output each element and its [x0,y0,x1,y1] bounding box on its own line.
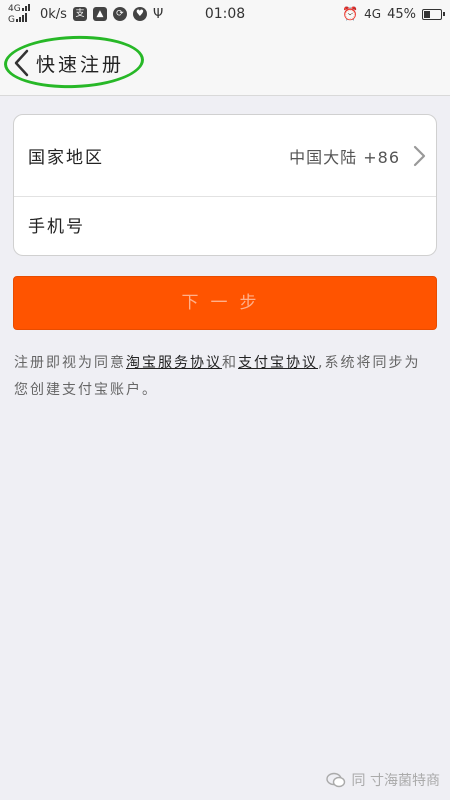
taobao-service-agreement-link[interactable]: 淘宝服务协议 [126,355,222,371]
agreement-middle: 和 [222,355,238,371]
chevron-left-icon [14,49,29,77]
page-title: 快速注册 [36,54,125,76]
header-bar: 快速注册 [0,28,450,96]
alarm-icon: ⏰ [341,6,359,22]
watermark-text: 同 寸海菌特商 [351,773,440,789]
wechat-icon [325,772,345,788]
network-type: 4G [364,7,382,21]
phone-row [14,197,436,257]
country-value: 中国大陆 +86 [289,147,400,167]
phone-input[interactable] [28,197,418,257]
watermark: 同 寸海菌特商 [325,770,440,790]
agreement-prefix: 注册即视为同意 [14,355,126,371]
alipay-agreement-link[interactable]: 支付宝协议 [238,355,318,371]
country-label: 国家地区 [28,148,104,168]
country-selector[interactable]: 国家地区 中国大陆 +86 [14,115,436,197]
agreement-text: 注册即视为同意淘宝服务协议和支付宝协议,系统将同步为您创建支付宝账户。 [14,350,436,404]
status-bar: 4G G 0k/s 支 ▲ ⟳ ♥ Ψ 01:08 ⏰ 4G 45% [0,0,450,28]
back-button[interactable] [10,48,34,78]
registration-form: 国家地区 中国大陆 +86 [13,114,437,257]
battery-icon [422,8,445,20]
status-right: ⏰ 4G 45% [341,0,445,28]
battery-percent: 45% [387,6,416,22]
chevron-right-icon [413,145,426,166]
next-step-button[interactable]: 下一步 [13,276,437,330]
